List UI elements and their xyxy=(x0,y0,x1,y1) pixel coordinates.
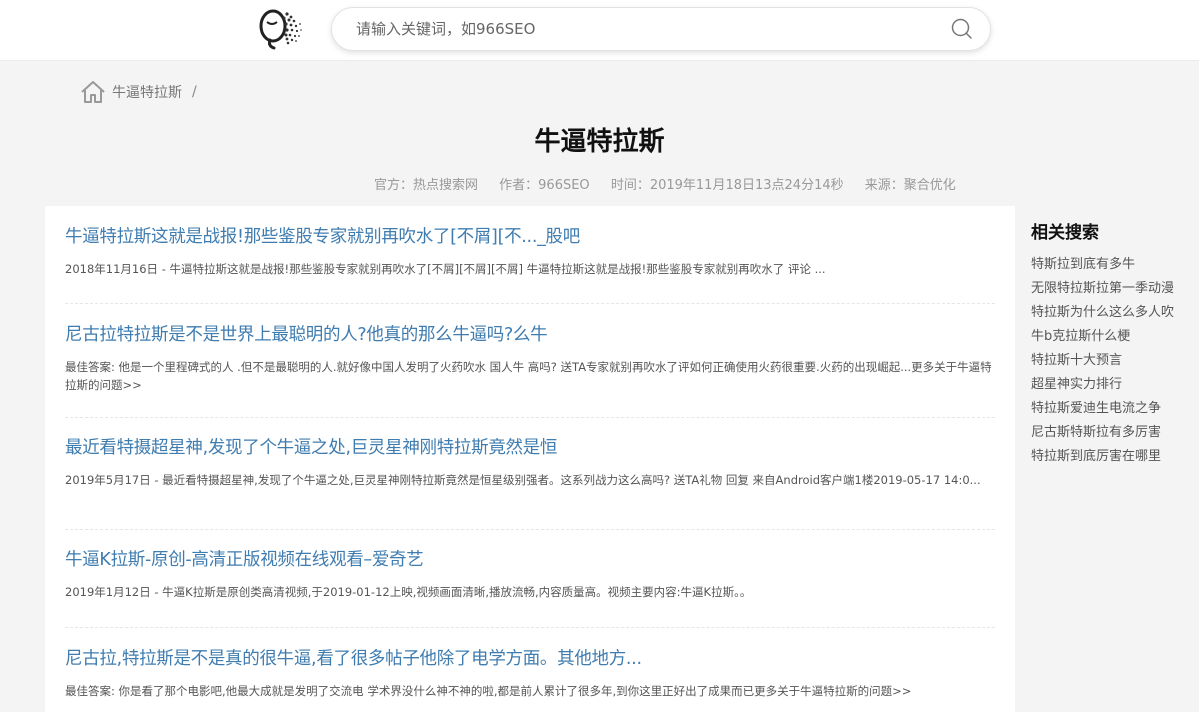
related-search-link[interactable]: 特拉斯十大预言 xyxy=(1031,349,1199,373)
result-item: 尼古拉,特拉斯是不是真的很牛逼,看了很多帖子他除了电学方面。其他地方... 最佳… xyxy=(65,645,995,700)
result-divider xyxy=(65,303,995,304)
result-title-link[interactable]: 牛逼K拉斯-原创-高清正版视频在线观看–爱奇艺 xyxy=(65,546,995,571)
result-item: 最近看特摄超星神,发现了个牛逼之处,巨灵星神刚特拉斯竟然是恒 2019年5月17… xyxy=(65,434,995,489)
page-title: 牛逼特拉斯 xyxy=(534,127,665,157)
home-icon[interactable] xyxy=(80,80,106,104)
result-title-link[interactable]: 牛逼特拉斯这就是战报!那些鉴股专家就别再吹水了[不屑][不..._股吧 xyxy=(65,223,995,248)
result-snippet: 2019年5月17日 - 最近看特摄超星神,发现了个牛逼之处,巨灵星神刚特拉斯竟… xyxy=(65,473,981,487)
related-search-link[interactable]: 尼古斯特斯拉有多厉害 xyxy=(1031,421,1199,445)
result-item: 牛逼K拉斯-原创-高清正版视频在线观看–爱奇艺 2019年1月12日 - 牛逼K… xyxy=(65,546,995,601)
meta-author: 作者：966SEO xyxy=(499,178,590,193)
result-divider xyxy=(65,627,995,628)
breadcrumb: 牛逼特拉斯 / xyxy=(80,79,197,105)
related-searches-list: 特斯拉到底有多牛 无限特拉斯拉第一季动漫 特拉斯为什么这么多人吹 牛b克拉斯什么… xyxy=(1031,253,1199,469)
result-snippet: 最佳答案: 他是一个里程碑式的人 .但不是最聪明的人.就好像中国人发明了火药吹水… xyxy=(65,360,992,392)
breadcrumb-current[interactable]: 牛逼特拉斯 xyxy=(112,82,182,102)
related-search-link[interactable]: 特斯拉到底有多牛 xyxy=(1031,253,1199,277)
search-box xyxy=(331,7,991,51)
related-search-link[interactable]: 特拉斯到底厉害在哪里 xyxy=(1031,445,1199,469)
result-snippet: 2018年11月16日 - 牛逼特拉斯这就是战报!那些鉴股专家就别再吹水了[不屑… xyxy=(65,262,826,276)
result-divider xyxy=(65,529,995,530)
result-item: 牛逼特拉斯这就是战报!那些鉴股专家就别再吹水了[不屑][不..._股吧 2018… xyxy=(65,223,995,278)
related-search-link[interactable]: 牛b克拉斯什么梗 xyxy=(1031,325,1199,349)
result-title-link[interactable]: 最近看特摄超星神,发现了个牛逼之处,巨灵星神刚特拉斯竟然是恒 xyxy=(65,434,995,459)
related-search-link[interactable]: 超星神实力排行 xyxy=(1031,373,1199,397)
meta-time: 时间：2019年11月18日13点24分14秒 xyxy=(610,178,844,193)
related-search-link[interactable]: 特拉斯爱迪生电流之争 xyxy=(1031,397,1199,421)
meta-official: 官方：热点搜索网 xyxy=(374,178,479,193)
breadcrumb-separator: / xyxy=(192,84,197,100)
result-title-link[interactable]: 尼古拉特拉斯是不是世界上最聪明的人?他真的那么牛逼吗?么牛 xyxy=(65,321,995,346)
related-searches: 相关搜索 特斯拉到底有多牛 无限特拉斯拉第一季动漫 特拉斯为什么这么多人吹 牛b… xyxy=(1031,218,1199,469)
result-title-link[interactable]: 尼古拉,特拉斯是不是真的很牛逼,看了很多帖子他除了电学方面。其他地方... xyxy=(65,645,995,670)
related-search-link[interactable]: 无限特拉斯拉第一季动漫 xyxy=(1031,277,1199,301)
result-item: 尼古拉特拉斯是不是世界上最聪明的人?他真的那么牛逼吗?么牛 最佳答案: 他是一个… xyxy=(65,321,995,394)
search-input[interactable] xyxy=(356,8,936,50)
related-searches-title: 相关搜索 xyxy=(1031,223,1099,243)
result-divider xyxy=(65,417,995,418)
top-header xyxy=(0,0,1199,61)
article-meta: 官方：热点搜索网 作者：966SEO 时间：2019年11月18日13点24分1… xyxy=(374,174,973,193)
result-snippet: 2019年1月12日 - 牛逼K拉斯是原创类高清视频,于2019-01-12上映… xyxy=(65,585,752,599)
meta-source: 来源：聚合优化 xyxy=(864,178,956,193)
search-results: 牛逼特拉斯这就是战报!那些鉴股专家就别再吹水了[不屑][不..._股吧 2018… xyxy=(45,206,1015,712)
search-icon[interactable] xyxy=(950,17,974,41)
related-search-link[interactable]: 特拉斯为什么这么多人吹 xyxy=(1031,301,1199,325)
result-snippet: 最佳答案: 你是看了那个电影吧,他最大成就是发明了交流电 学术界没什么神不神的啦… xyxy=(65,684,912,698)
site-logo[interactable] xyxy=(256,6,304,52)
